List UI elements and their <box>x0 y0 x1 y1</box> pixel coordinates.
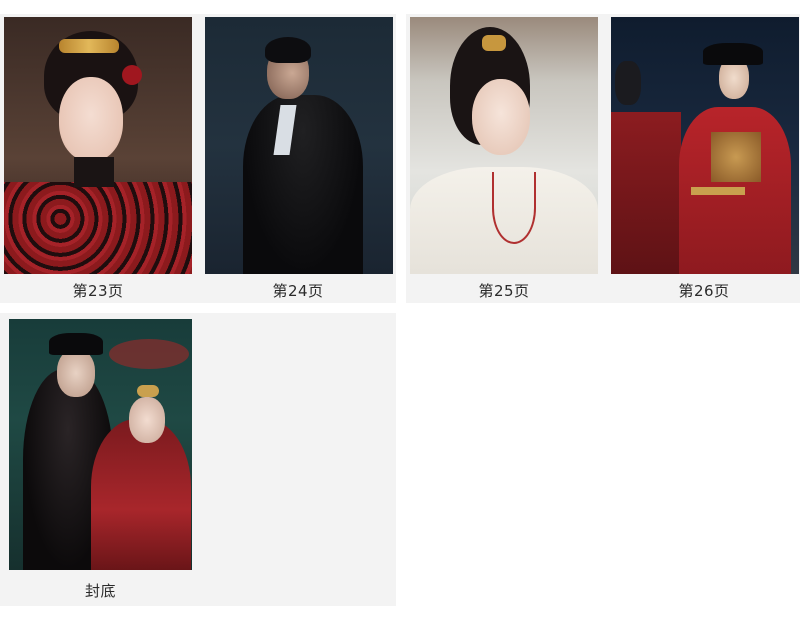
page-23-thumbnail[interactable] <box>4 17 192 274</box>
page-23-caption: 第23页 <box>72 282 124 300</box>
gallery-panel-back-cover: 封底 <box>0 313 396 606</box>
page-24-caption: 第24页 <box>272 282 324 300</box>
page-24-thumbnail[interactable] <box>205 17 393 274</box>
back-cover-caption: 封底 <box>84 582 116 600</box>
page-26-thumbnail[interactable] <box>611 17 799 274</box>
page-25-thumbnail[interactable] <box>410 17 598 274</box>
page-25-caption: 第25页 <box>478 282 530 300</box>
back-cover-thumbnail[interactable] <box>9 319 192 570</box>
gallery-panel-pages-25-26: 第25页 第26页 <box>406 14 800 303</box>
gallery-panel-pages-23-24: 第23页 第24页 <box>0 14 396 303</box>
page-26-caption: 第26页 <box>678 282 730 300</box>
